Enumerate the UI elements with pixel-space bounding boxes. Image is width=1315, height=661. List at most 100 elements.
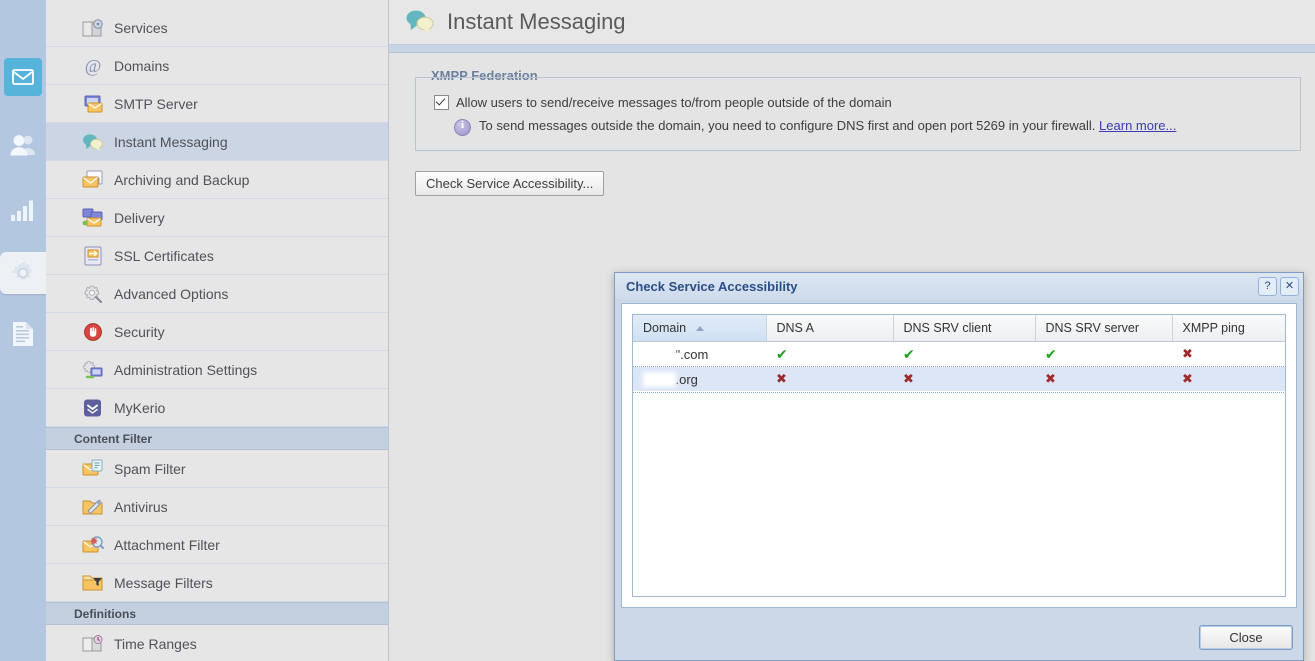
status-fail-icon: ✖ [1045,371,1056,386]
archive-icon [82,170,104,190]
sidebar-nav: Services @ Domains SMTP Server Instant M… [46,0,389,661]
antivirus-icon [82,497,104,517]
status-fail-icon: ✖ [903,371,914,386]
table-header-row: Domain DNS A DNS SRV client DNS SRV serv… [633,315,1285,342]
rail-item-logs[interactable] [4,315,42,353]
sidebar-item-security[interactable]: Security [46,313,388,351]
learn-more-link[interactable]: Learn more... [1099,118,1176,133]
sidebar-item-ssl-certificates[interactable]: SSL Certificates [46,237,388,275]
sidebar-item-services[interactable]: Services [46,9,388,47]
accessibility-table-wrap: Domain DNS A DNS SRV client DNS SRV serv… [632,314,1286,597]
cell-dns-a: ✖ [766,366,893,392]
sidebar-item-time-ranges[interactable]: Time Ranges [46,625,388,661]
delivery-icon [82,208,104,228]
group-legend: XMPP Federation [425,68,544,83]
sidebar-item-label: Antivirus [114,498,168,515]
sidebar-item-label: Administration Settings [114,361,258,378]
sidebar-item-smtp-server[interactable]: SMTP Server [46,85,388,123]
svg-text:@: @ [85,56,102,76]
cell-dns-srv-client: ✔ [893,341,1035,367]
page-header: Instant Messaging [389,0,1315,45]
sidebar-item-label: Time Ranges [114,635,197,652]
sidebar-item-attachment-filter[interactable]: Attachment Filter [46,526,388,564]
rail-item-statistics[interactable] [4,192,42,230]
sidebar-item-label: Advanced Options [114,285,229,302]
sidebar-item-instant-messaging[interactable]: Instant Messaging [46,123,388,161]
chat-bubbles-icon [82,132,104,152]
cell-xmpp-ping: ✖ [1172,341,1285,367]
cell-dns-a: ✔ [766,341,893,367]
allow-federation-label: Allow users to send/receive messages to/… [456,95,892,110]
sidebar-item-delivery[interactable]: Delivery [46,199,388,237]
column-header-domain[interactable]: Domain [633,315,767,342]
sidebar-item-domains[interactable]: @ Domains [46,47,388,85]
help-icon[interactable]: ? [1258,276,1277,296]
check-service-accessibility-button[interactable]: Check Service Accessibility... [415,171,605,196]
cell-dns-srv-server: ✖ [1035,366,1172,392]
group-top-border [416,77,1300,79]
sidebar-item-administration-settings[interactable]: Administration Settings [46,351,388,389]
rail-item-configuration[interactable] [0,252,46,294]
status-fail-icon: ✖ [776,371,787,386]
certificate-icon [82,246,104,266]
federation-info-text: To send messages outside the domain, you… [479,118,1176,134]
sidebar-item-antivirus[interactable]: Antivirus [46,488,388,526]
sidebar-item-label: Attachment Filter [114,536,220,553]
cell-dns-srv-client: ✖ [893,366,1035,392]
redacted-domain [643,346,676,362]
chat-bubbles-icon [405,8,435,37]
sidebar-item-spam-filter[interactable]: Spam Filter [46,450,388,488]
sidebar-item-label: Services [114,19,168,36]
close-button[interactable]: Close [1199,625,1293,650]
rail-item-users[interactable] [4,126,42,164]
allow-federation-checkbox[interactable] [434,95,449,110]
info-icon [454,119,471,136]
column-header-xmpp-ping[interactable]: XMPP ping [1172,315,1285,342]
column-header-dns-a[interactable]: DNS A [766,315,894,342]
sidebar-item-label: Instant Messaging [114,133,228,150]
content-area: XMPP Federation Allow users to send/rece… [389,53,1315,196]
time-ranges-icon [82,634,104,654]
sidebar-item-mykerio[interactable]: MyKerio [46,389,388,427]
sidebar-item-label: MyKerio [114,399,166,416]
domain-suffix: .org [675,371,698,387]
status-ok-icon: ✔ [1045,345,1057,362]
advanced-gear-icon [82,284,104,304]
cell-xmpp-ping: ✖ [1172,366,1285,392]
status-ok-icon: ✔ [903,345,915,362]
services-icon [82,18,104,38]
table-row[interactable]: .org ✖ ✖ ✖ ✖ [633,365,1285,393]
cell-dns-srv-server: ✔ [1035,341,1172,367]
mail-icon [12,69,34,85]
close-icon[interactable]: ✕ [1280,276,1299,296]
xmpp-federation-group: XMPP Federation Allow users to send/rece… [415,68,1301,151]
check-service-accessibility-dialog: Check Service Accessibility ? ✕ Domain D… [614,272,1304,661]
users-icon [10,135,35,156]
application-window: Services @ Domains SMTP Server Instant M… [0,0,1315,661]
sidebar-item-message-filters[interactable]: Message Filters [46,564,388,602]
cell-domain: ".com [633,341,766,367]
column-header-dns-srv-client[interactable]: DNS SRV client [893,315,1036,342]
allow-federation-row[interactable]: Allow users to send/receive messages to/… [434,95,1286,110]
dialog-titlebar[interactable]: Check Service Accessibility ? ✕ [615,273,1303,299]
status-ok-icon: ✔ [776,345,788,362]
sidebar-item-archiving-and-backup[interactable]: Archiving and Backup [46,161,388,199]
redacted-domain [643,371,676,387]
admin-settings-icon [82,360,104,380]
rail-item-mail[interactable] [4,58,42,96]
icon-rail [0,0,46,661]
message-filter-icon [82,573,104,593]
sidebar-group-definitions: Definitions [46,602,388,625]
table-body: ".com ✔ ✔ ✔ ✖ .org ✖ ✖ ✖ ✖ [633,341,1285,393]
column-header-dns-srv-server[interactable]: DNS SRV server [1035,315,1173,342]
security-hand-icon [82,322,104,342]
column-label: Domain [643,321,687,335]
sidebar-group-label: Content Filter [74,431,152,446]
sidebar-item-label: SMTP Server [114,95,198,112]
federation-info-row: To send messages outside the domain, you… [454,118,1286,136]
sidebar-item-advanced-options[interactable]: Advanced Options [46,275,388,313]
table-row[interactable]: ".com ✔ ✔ ✔ ✖ [633,341,1285,367]
page-title: Instant Messaging [447,9,626,34]
dialog-footer: Close [1199,625,1293,650]
sort-ascending-icon [695,326,704,332]
